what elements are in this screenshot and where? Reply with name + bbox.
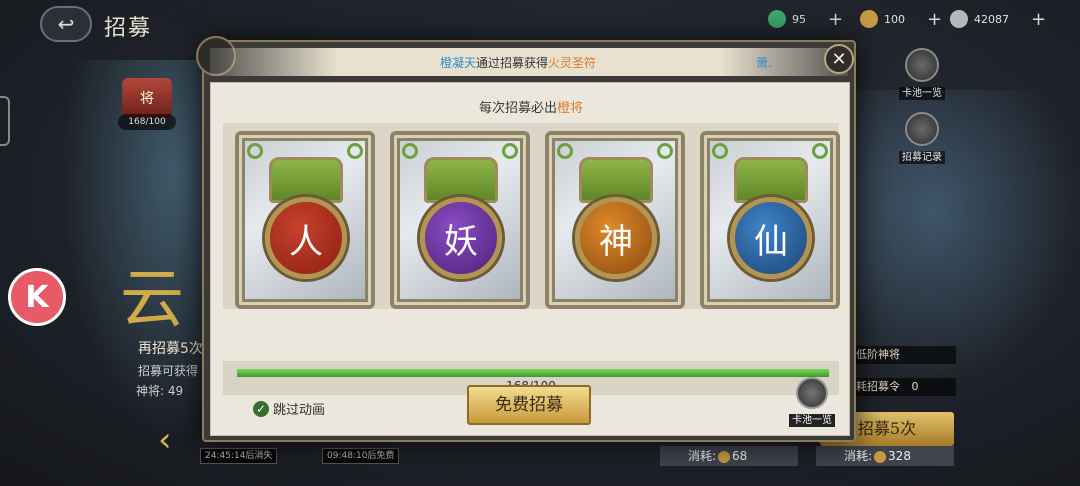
subtitle-highlight: 橙将 (557, 101, 584, 116)
fire-badge-icon[interactable]: 将 (122, 78, 172, 118)
marquee-item: 火灵圣符 (548, 56, 597, 70)
corner-swirl-icon (557, 143, 573, 159)
card-demon[interactable]: 妖 (390, 131, 530, 309)
card-glyph: 人 (289, 221, 323, 262)
corner-swirl-icon (657, 143, 673, 159)
cost-single: 消耗: 68 (660, 446, 798, 466)
low-tier-label: 低阶神将 (852, 346, 956, 364)
back-button[interactable]: ↩ (40, 6, 92, 42)
currency-coin-value: 100 (884, 12, 905, 26)
page-title: 招募 (104, 16, 153, 41)
hero-artwork-right (840, 90, 1080, 390)
marquee-text: 橙凝天通过招募获得火灵圣符 (440, 54, 596, 71)
currency-coin: 100 + (860, 8, 942, 30)
coin-icon (860, 10, 878, 28)
recruit-obtain-text: 招募可获得 (138, 364, 199, 378)
pool-overview-side-label: 卡池一览 (899, 87, 945, 100)
pool-overview-button[interactable]: 卡池一览 (783, 377, 841, 427)
marquee-player-name: 橙凝天 (440, 56, 477, 70)
skip-animation-label: 跳过动画 (273, 403, 326, 418)
cost-single-value: 68 (732, 449, 748, 463)
subtitle-prefix: 每次招募必出 (478, 101, 557, 116)
timer-free: 09:48:10后免费 (322, 448, 400, 464)
corner-swirl-icon (347, 143, 363, 159)
marquee-middle: 通过招募获得 (476, 56, 549, 70)
add-jade-button[interactable]: + (828, 9, 843, 30)
floating-k-button[interactable]: K (8, 268, 66, 326)
god-general-count: 神将: 49 (136, 384, 184, 398)
cost-five: 消耗: 328 (816, 446, 954, 466)
cost-single-label: 消耗: (688, 449, 717, 463)
add-coin-button[interactable]: + (927, 9, 942, 30)
marquee-bar: 橙凝天通过招募获得火灵圣符 萧. (210, 48, 848, 76)
card-emblem: 神 (575, 197, 657, 279)
currency-silver: 42087 + (950, 8, 1046, 30)
pool-overview-side-button[interactable]: 卡池一览 (892, 48, 952, 100)
skip-animation-toggle[interactable]: ✓ 跳过动画 (253, 399, 325, 418)
checkmark-icon: ✓ (253, 400, 269, 417)
card-glyph: 妖 (444, 221, 478, 262)
consume-order-row: 耗招募令 0 (852, 378, 956, 396)
left-progress-label: 168/100 (118, 114, 176, 130)
recruit-record-label: 招募记录 (899, 151, 945, 164)
card-emblem: 仙 (730, 197, 812, 279)
prev-arrow-icon[interactable]: ‹ (158, 420, 172, 460)
card-emblem: 妖 (420, 197, 502, 279)
helmet-icon (905, 48, 939, 82)
modal-body: 每次招募必出橙将 人 妖 神 仙 ✓ 跳过动画 免费招募 卡池一览 (210, 82, 850, 436)
corner-swirl-icon (812, 143, 828, 159)
marquee-extra: 萧. (756, 56, 772, 70)
add-silver-button[interactable]: + (1031, 9, 1046, 30)
recruit-record-button[interactable]: 招募记录 (892, 112, 952, 164)
timer-expire: 24:45:14后消失 (200, 448, 278, 464)
close-icon: ✕ (831, 48, 847, 70)
card-glyph: 神 (599, 221, 633, 262)
cost-five-value: 328 (888, 449, 911, 463)
currency-silver-value: 42087 (974, 12, 1009, 26)
pool-overview-label: 卡池一览 (789, 414, 835, 427)
corner-swirl-icon (712, 143, 728, 159)
progress-fill (237, 369, 829, 377)
back-arrow-icon: ↩ (57, 12, 75, 36)
card-human[interactable]: 人 (235, 131, 375, 309)
close-button[interactable]: ✕ (824, 44, 854, 74)
progress-track (237, 369, 829, 377)
consume-order-label: 耗招募令 (856, 380, 900, 393)
recruit-again-text: 再招募5次 (138, 341, 203, 357)
coin-icon (718, 450, 731, 463)
helmet-icon (796, 377, 828, 409)
cost-five-label: 消耗: (844, 449, 873, 463)
hero-name-char: 云 (120, 263, 184, 337)
currency-jade: 95 + (768, 8, 843, 30)
fire-badge-label: 将 (140, 91, 154, 107)
scroll-icon (905, 112, 939, 146)
corner-swirl-icon (402, 143, 418, 159)
coin-icon (874, 450, 887, 463)
consume-order-value: 0 (911, 380, 919, 393)
side-tab-handle[interactable] (0, 96, 10, 146)
jade-icon (768, 10, 786, 28)
card-emblem: 人 (265, 197, 347, 279)
currency-jade-value: 95 (792, 12, 806, 26)
card-god[interactable]: 神 (545, 131, 685, 309)
free-recruit-button[interactable]: 免费招募 (467, 385, 591, 425)
corner-swirl-icon (502, 143, 518, 159)
card-immortal[interactable]: 仙 (700, 131, 840, 309)
card-glyph: 仙 (754, 221, 788, 262)
guarantee-subtitle: 每次招募必出橙将 (211, 97, 851, 116)
silver-icon (950, 10, 968, 28)
corner-swirl-icon (247, 143, 263, 159)
recruit-modal: 橙凝天通过招募获得火灵圣符 萧. ✕ 每次招募必出橙将 人 妖 神 仙 ✓ 跳过… (196, 36, 856, 442)
